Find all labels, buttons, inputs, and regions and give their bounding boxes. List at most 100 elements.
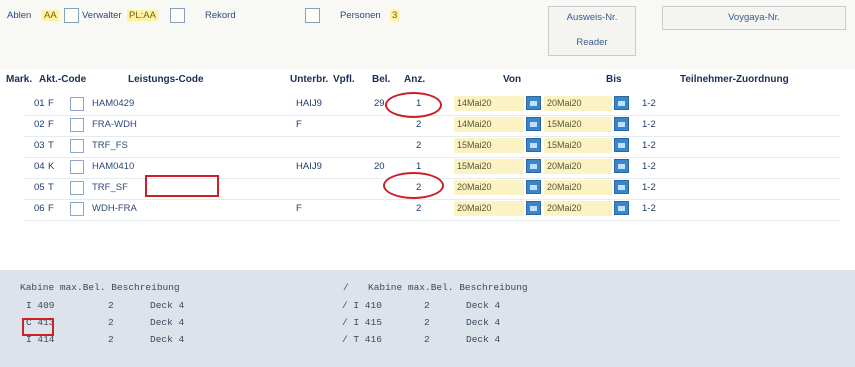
cabin-description: Deck 4	[466, 317, 501, 328]
cabin-number[interactable]: / T 416	[342, 334, 382, 345]
cabin-description: Deck 4	[150, 300, 185, 311]
row-leistungs-code[interactable]: TRF_SF	[92, 182, 128, 193]
annotation-box-c413	[22, 318, 54, 336]
annotation-ellipse-bel-01	[385, 92, 442, 118]
label-verwalter: Verwalter	[82, 10, 122, 21]
row-unterbr: HAIJ9	[296, 98, 322, 109]
row-akt-code: F	[48, 98, 54, 109]
col-von: Von	[503, 74, 522, 85]
row-mark: 04	[34, 161, 45, 172]
row-leistungs-code[interactable]: TRF_FS	[92, 140, 128, 151]
lookup-icon-2[interactable]	[305, 8, 320, 23]
col-vpfl: Vpfl.	[333, 74, 355, 85]
row-anz: 2	[416, 140, 422, 151]
row-bis-date[interactable]: 20Mai20	[544, 180, 612, 195]
calendar-icon[interactable]	[526, 159, 541, 173]
row-von-date[interactable]: 15Mai20	[454, 159, 524, 174]
cabin-max-occupancy: 2	[108, 317, 114, 328]
row-mark: 05	[34, 182, 45, 193]
col-unterbr: Unterbr.	[290, 74, 329, 85]
row-leistungs-code[interactable]: HAM0410	[92, 161, 134, 172]
row-unterbr: HAIJ9	[296, 161, 322, 172]
field-verwalter[interactable]: PL:AA	[127, 10, 158, 21]
cabin-description: Deck 4	[150, 317, 185, 328]
col-teilnehmer: Teilnehmer-Zuordnung	[680, 74, 789, 85]
calendar-icon[interactable]	[614, 117, 629, 131]
row-leistungs-code[interactable]: HAM0429	[92, 98, 134, 109]
table-row[interactable]: 06 F WDH-FRA F 2 20Mai20 20Mai20 1-2	[24, 199, 840, 221]
cabin-number[interactable]: / I 415	[342, 317, 382, 328]
row-von-date[interactable]: 14Mai20	[454, 117, 524, 132]
row-leistungs-code[interactable]: WDH-FRA	[92, 203, 137, 214]
row-select-checkbox[interactable]	[70, 160, 84, 174]
cabin-description: Deck 4	[150, 334, 185, 345]
row-select-checkbox[interactable]	[70, 202, 84, 216]
row-akt-code: F	[48, 119, 54, 130]
field-ablen[interactable]: AA	[42, 10, 59, 21]
calendar-icon[interactable]	[526, 201, 541, 215]
calendar-icon[interactable]	[614, 201, 629, 215]
row-teilnehmer[interactable]: 1-2	[642, 98, 656, 109]
annotation-ellipse-bel-04	[383, 172, 444, 199]
calendar-icon[interactable]	[614, 138, 629, 152]
row-teilnehmer[interactable]: 1-2	[642, 203, 656, 214]
row-teilnehmer[interactable]: 1-2	[642, 119, 656, 130]
calendar-icon[interactable]	[526, 180, 541, 194]
row-von-date[interactable]: 14Mai20	[454, 96, 524, 111]
row-akt-code: T	[48, 182, 54, 193]
row-von-date[interactable]: 15Mai20	[454, 138, 524, 153]
row-teilnehmer[interactable]: 1-2	[642, 140, 656, 151]
row-select-checkbox[interactable]	[70, 118, 84, 132]
label-rekord: Rekord	[205, 10, 236, 21]
field-personen[interactable]: 3	[390, 10, 400, 21]
cabin-max-occupancy: 2	[108, 334, 114, 345]
cabin-max-occupancy: 2	[424, 300, 430, 311]
row-von-date[interactable]: 20Mai20	[454, 180, 524, 195]
cabin-number[interactable]: I 409	[26, 300, 55, 311]
cabin-header-left: Kabine max.Bel. Beschreibung	[20, 282, 180, 293]
lookup-icon[interactable]	[170, 8, 185, 23]
row-select-checkbox[interactable]	[70, 181, 84, 195]
label-ablen: Ablen	[7, 10, 32, 21]
ausweis-button[interactable]: Ausweis-Nr. Reader	[548, 6, 636, 56]
cabin-panel: Kabine max.Bel. Beschreibung / Kabine ma…	[0, 270, 855, 367]
table-row[interactable]: 02 F FRA-WDH F 2 14Mai20 15Mai20 1-2	[24, 115, 840, 137]
calendar-icon[interactable]	[614, 96, 629, 110]
row-leistungs-code[interactable]: FRA-WDH	[92, 119, 137, 130]
cabin-number[interactable]: / I 410	[342, 300, 382, 311]
row-von-date[interactable]: 20Mai20	[454, 201, 524, 216]
row-bis-date[interactable]: 15Mai20	[544, 138, 612, 153]
row-bis-date[interactable]: 20Mai20	[544, 201, 612, 216]
calendar-icon[interactable]	[526, 96, 541, 110]
row-bis-date[interactable]: 20Mai20	[544, 159, 612, 174]
voygaya-button[interactable]: Voygaya-Nr.	[662, 6, 846, 30]
col-bis: Bis	[606, 74, 622, 85]
row-bis-date[interactable]: 20Mai20	[544, 96, 612, 111]
col-mark: Mark.	[6, 74, 33, 85]
row-anz: 2	[416, 119, 422, 130]
row-mark: 06	[34, 203, 45, 214]
row-akt-code: K	[48, 161, 55, 172]
calendar-icon[interactable]	[526, 117, 541, 131]
ausweis-button-label: Ausweis-Nr.	[566, 12, 618, 23]
row-teilnehmer[interactable]: 1-2	[642, 161, 656, 172]
calendar-icon[interactable]	[614, 180, 629, 194]
cabin-max-occupancy: 2	[424, 317, 430, 328]
row-anz: 2	[416, 203, 422, 214]
calendar-icon[interactable]	[614, 159, 629, 173]
table-row[interactable]: 03 T TRF_FS 2 15Mai20 15Mai20 1-2	[24, 136, 840, 158]
calendar-icon[interactable]	[526, 138, 541, 152]
col-leistungs-code: Leistungs-Code	[128, 74, 204, 85]
row-unterbr: F	[296, 119, 302, 130]
row-mark: 02	[34, 119, 45, 130]
row-select-checkbox[interactable]	[70, 139, 84, 153]
checkbox-verwalter[interactable]	[64, 8, 79, 23]
row-bis-date[interactable]: 15Mai20	[544, 117, 612, 132]
row-teilnehmer[interactable]: 1-2	[642, 182, 656, 193]
cabin-separator: /	[343, 282, 349, 293]
row-anz: 1	[416, 161, 422, 172]
row-select-checkbox[interactable]	[70, 97, 84, 111]
cabin-max-occupancy: 2	[424, 334, 430, 345]
col-anz: Anz.	[404, 74, 426, 85]
cabin-description: Deck 4	[466, 300, 501, 311]
